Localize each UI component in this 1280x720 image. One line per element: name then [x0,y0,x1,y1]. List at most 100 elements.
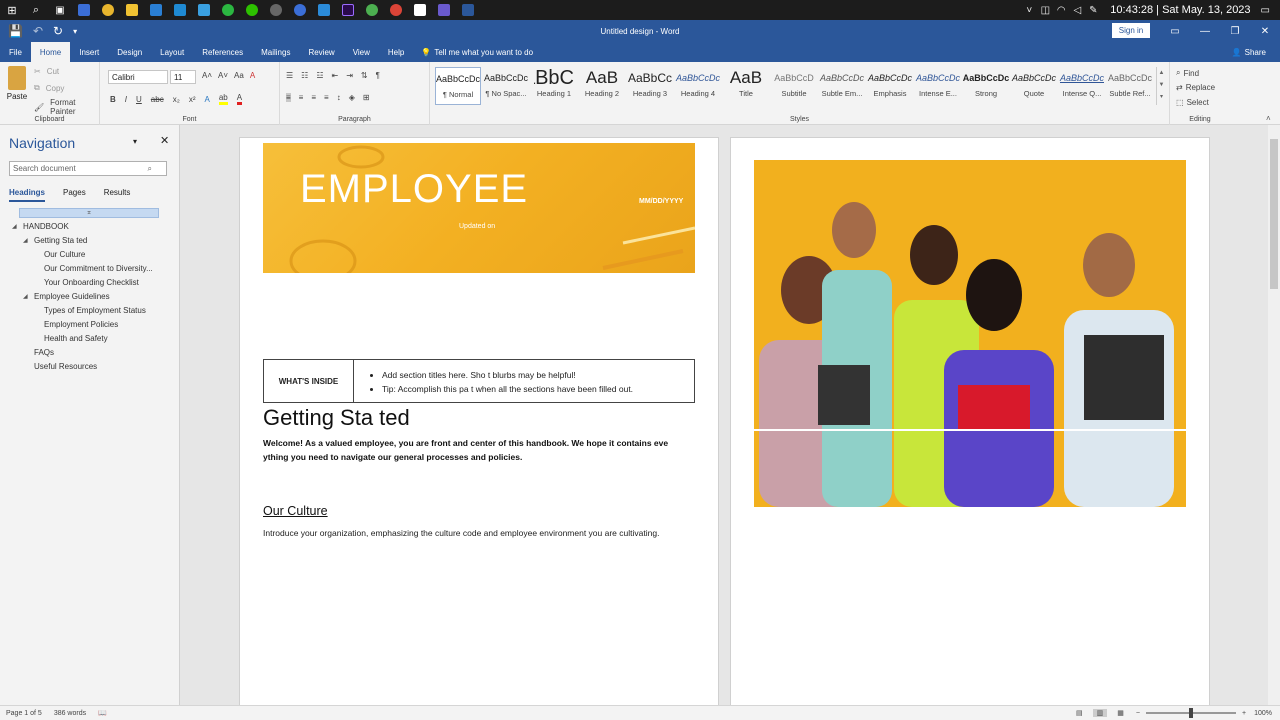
volume-icon[interactable]: ◁ [1070,5,1084,16]
numbering-icon[interactable]: ☷ [301,71,308,80]
zoom-out-icon[interactable]: − [1136,710,1140,717]
justify-icon[interactable]: ≡ [324,93,329,102]
whats-inside-list[interactable]: Add section titles here. Sho t blurbs ma… [382,368,633,396]
collapse-icon[interactable]: ◢ [23,237,28,244]
tab-results[interactable]: Results [104,188,131,202]
save-icon[interactable]: 💾 [8,24,23,38]
tab-home[interactable]: Home [30,42,71,62]
increase-indent-icon[interactable]: ⇥ [346,71,353,80]
shading-icon[interactable]: ◈ [349,93,355,102]
ribbon-display-icon[interactable]: ▭ [1160,20,1190,42]
whatsapp-icon[interactable] [216,0,240,20]
paste-button[interactable]: Paste [6,66,28,101]
app-icon[interactable] [192,0,216,20]
style-subtitle[interactable]: AaBbCcD Subtitle [771,67,817,105]
tab-view[interactable]: View [344,42,379,62]
wechat-icon[interactable] [240,0,264,20]
close-button[interactable]: ✕ [1250,20,1280,42]
style-subtle-emphasis[interactable]: AaBbCcDc Subtle Em... [819,67,865,105]
style-heading-3[interactable]: AaBbCc Heading 3 [627,67,673,105]
nav-heading-faqs[interactable]: FAQs [34,348,54,357]
pen-icon[interactable]: ✎ [1086,5,1100,16]
italic-button[interactable]: I [125,95,127,104]
nav-heading-policies[interactable]: Employment Policies [44,320,118,329]
nav-heading-commitment[interactable]: Our Commitment to Diversity... [44,264,153,273]
chevron-up-icon[interactable]: ˅ [1022,5,1036,16]
list-item[interactable]: Tip: Accomplish this pa t when all the s… [382,382,633,396]
nav-heading-onboarding[interactable]: Your Onboarding Checklist [44,278,139,287]
font-size-combo[interactable]: 11 [170,70,196,84]
replace-button[interactable]: ⇄ Replace [1176,83,1215,92]
style-normal[interactable]: AaBbCcDc ¶ Normal [435,67,481,105]
tell-me-search[interactable]: 💡 Tell me what you want to do [421,42,533,62]
bullets-icon[interactable]: ☰ [286,71,293,80]
redo-icon[interactable]: ↻ [53,24,63,38]
style-heading-4[interactable]: AaBbCcDc Heading 4 [675,67,721,105]
app-icon[interactable] [144,0,168,20]
search-document-input[interactable]: Search document ⌕ [9,161,167,176]
highlight-icon[interactable]: ab [218,93,228,105]
style-intense-quote[interactable]: AaBbCcDc Intense Q... [1059,67,1105,105]
restore-button[interactable]: ❐ [1220,20,1250,42]
zoom-slider[interactable] [1146,708,1236,718]
whats-inside-label[interactable]: WHAT'S INSIDE [264,360,354,402]
nav-selected-heading[interactable]: ⌅ [19,208,159,218]
align-right-icon[interactable]: ≡ [311,93,316,102]
tab-file[interactable]: File [0,42,31,62]
font-name-combo[interactable]: Calibri [108,70,168,84]
zoom-in-icon[interactable]: + [1242,710,1246,717]
heading-our-culture[interactable]: Our Culture [263,504,328,518]
subscript-button[interactable]: x₂ [173,95,180,104]
clock[interactable]: 10:43:28 | Sat May. 13, 2023 [1110,4,1250,16]
banner-title[interactable]: EMPLOYEE [300,167,528,212]
tab-design[interactable]: Design [108,42,151,62]
nav-heading-health-safety[interactable]: Health and Safety [44,334,108,343]
font-color-icon[interactable]: A [236,93,243,105]
text-effects-icon[interactable]: A [204,95,209,104]
superscript-button[interactable]: x² [189,95,196,104]
whats-inside-table[interactable]: WHAT'S INSIDE Add section titles here. S… [263,359,695,403]
grow-font-icon[interactable]: A˄ [202,71,212,80]
pane-options-icon[interactable]: ▾ [133,137,137,146]
nav-heading-handbook[interactable]: HANDBOOK [23,222,69,231]
welcome-paragraph[interactable]: Welcome! As a valued employee, you are f… [263,436,683,464]
sort-icon[interactable]: ⇅ [361,71,368,80]
tab-pages[interactable]: Pages [63,188,86,202]
app-icon[interactable] [408,0,432,20]
search-icon[interactable]: ⌕ [148,164,152,174]
underline-button[interactable]: U [136,95,142,104]
line-spacing-icon[interactable]: ↕ [337,93,341,102]
word-count[interactable]: 386 words [54,710,86,717]
style-heading-2[interactable]: AaB Heading 2 [579,67,625,105]
bold-button[interactable]: B [110,95,116,104]
style-quote[interactable]: AaBbCcDc Quote [1011,67,1057,105]
nav-heading-getting-started[interactable]: Getting Sta ted [34,236,87,245]
style-title[interactable]: AaB Title [723,67,769,105]
style-strong[interactable]: AaBbCcDc Strong [963,67,1009,105]
zoom-level[interactable]: 100% [1254,710,1272,717]
nav-heading-employment-status[interactable]: Types of Employment Status [44,306,146,315]
web-layout-icon[interactable]: ▦ [1117,709,1124,717]
share-button[interactable]: 👤 Share [1232,42,1266,62]
undo-icon[interactable]: ↶ [33,24,43,38]
borders-icon[interactable]: ⊞ [363,93,370,102]
tab-references[interactable]: References [193,42,252,62]
app-icon[interactable] [432,0,456,20]
style-emphasis[interactable]: AaBbCcDc Emphasis [867,67,913,105]
decrease-indent-icon[interactable]: ⇤ [332,71,339,80]
clear-formatting-icon[interactable]: A [250,71,255,80]
copy-button[interactable]: ⧉ Copy [34,83,64,93]
collapse-icon[interactable]: ◢ [23,293,28,300]
proofing-icon[interactable]: 📖 [98,709,107,717]
multilevel-list-icon[interactable]: ☳ [316,71,323,80]
styles-scroll[interactable]: ▲ ▼ ▾ [1156,67,1166,105]
app-icon[interactable] [264,0,288,20]
chrome-icon[interactable] [96,0,120,20]
culture-paragraph[interactable]: Introduce your organization, emphasizing… [263,528,659,538]
banner-date[interactable]: MM/DD/YYYY [639,198,683,205]
cut-button[interactable]: ✂ Cut [34,67,59,76]
change-case-icon[interactable]: Aa [234,71,244,80]
nav-heading-resources[interactable]: Useful Resources [34,362,97,371]
style-heading-1[interactable]: AaBbC Heading 1 [531,67,577,105]
style-no-spacing[interactable]: AaBbCcDc ¶ No Spac... [483,67,529,105]
